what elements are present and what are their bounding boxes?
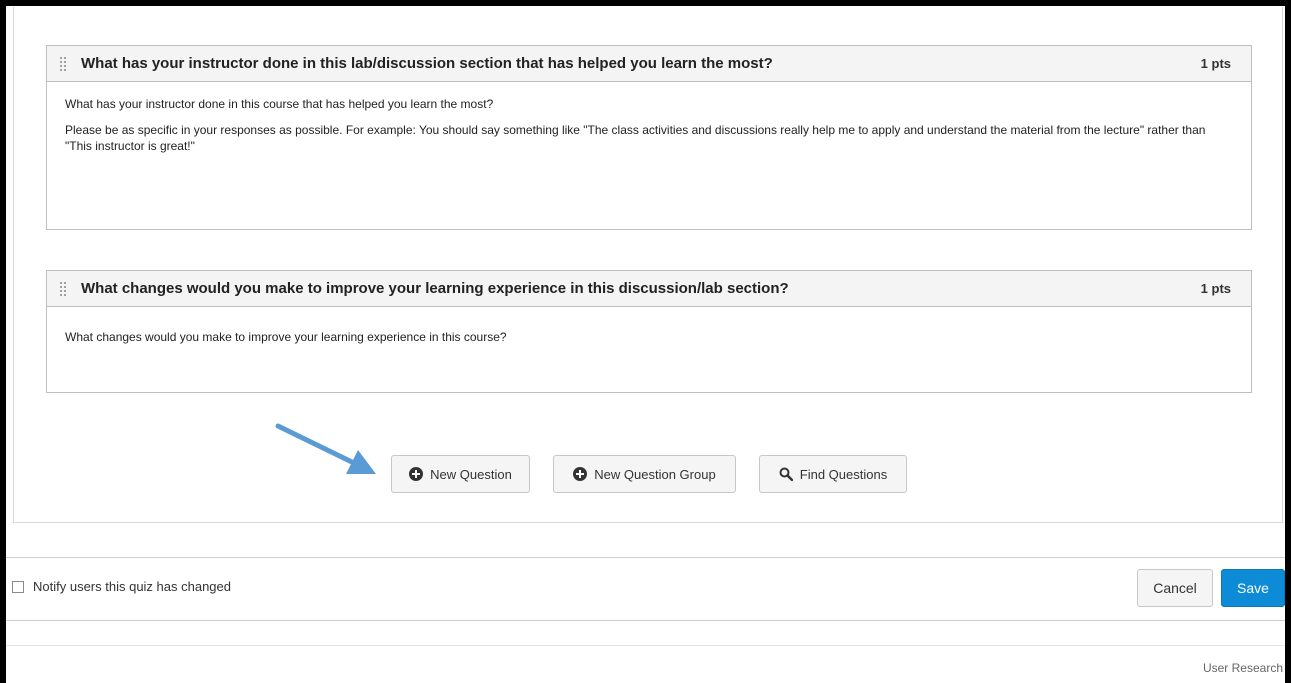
question-header[interactable]: What changes would you make to improve y… — [47, 271, 1251, 307]
question-card: What changes would you make to improve y… — [46, 270, 1252, 393]
question-header[interactable]: What has your instructor done in this la… — [47, 46, 1251, 82]
question-points: 1 pts — [1200, 281, 1231, 296]
notify-checkbox[interactable] — [12, 581, 24, 593]
search-icon — [779, 467, 793, 481]
new-question-group-button[interactable]: New Question Group — [553, 455, 736, 493]
watermark-text: User Research — [1202, 661, 1283, 675]
question-text: What has your instructor done in this co… — [65, 97, 494, 111]
question-text: What changes would you make to improve y… — [65, 330, 507, 344]
annotation-arrow-icon — [275, 423, 376, 474]
plus-circle-icon — [573, 467, 588, 481]
drag-handle-icon[interactable] — [59, 280, 67, 297]
question-title: What has your instructor done in this la… — [81, 55, 773, 72]
quiz-footer: Notify users this quiz has changed Cance… — [6, 562, 1285, 614]
new-question-group-label: New Question Group — [594, 466, 716, 482]
page-divider — [6, 645, 1285, 646]
question-points: 1 pts — [1200, 56, 1231, 71]
footer-divider-bottom — [6, 620, 1285, 621]
question-body: What changes would you make to improve y… — [47, 307, 1251, 345]
drag-handle-icon[interactable] — [59, 55, 67, 72]
new-question-label: New Question — [430, 466, 512, 482]
footer-divider-top — [6, 557, 1285, 558]
plus-circle-icon — [409, 467, 424, 481]
notify-label[interactable]: Notify users this quiz has changed — [33, 579, 231, 594]
question-card: What has your instructor done in this la… — [46, 45, 1252, 230]
question-title: What changes would you make to improve y… — [81, 280, 789, 297]
question-text: Please be as specific in your responses … — [65, 123, 1206, 153]
cancel-button[interactable]: Cancel — [1137, 569, 1213, 607]
question-body: What has your instructor done in this co… — [47, 82, 1251, 154]
save-button[interactable]: Save — [1221, 569, 1285, 607]
find-questions-label: Find Questions — [799, 466, 888, 482]
find-questions-button[interactable]: Find Questions — [759, 455, 907, 493]
new-question-button[interactable]: New Question — [391, 455, 530, 493]
